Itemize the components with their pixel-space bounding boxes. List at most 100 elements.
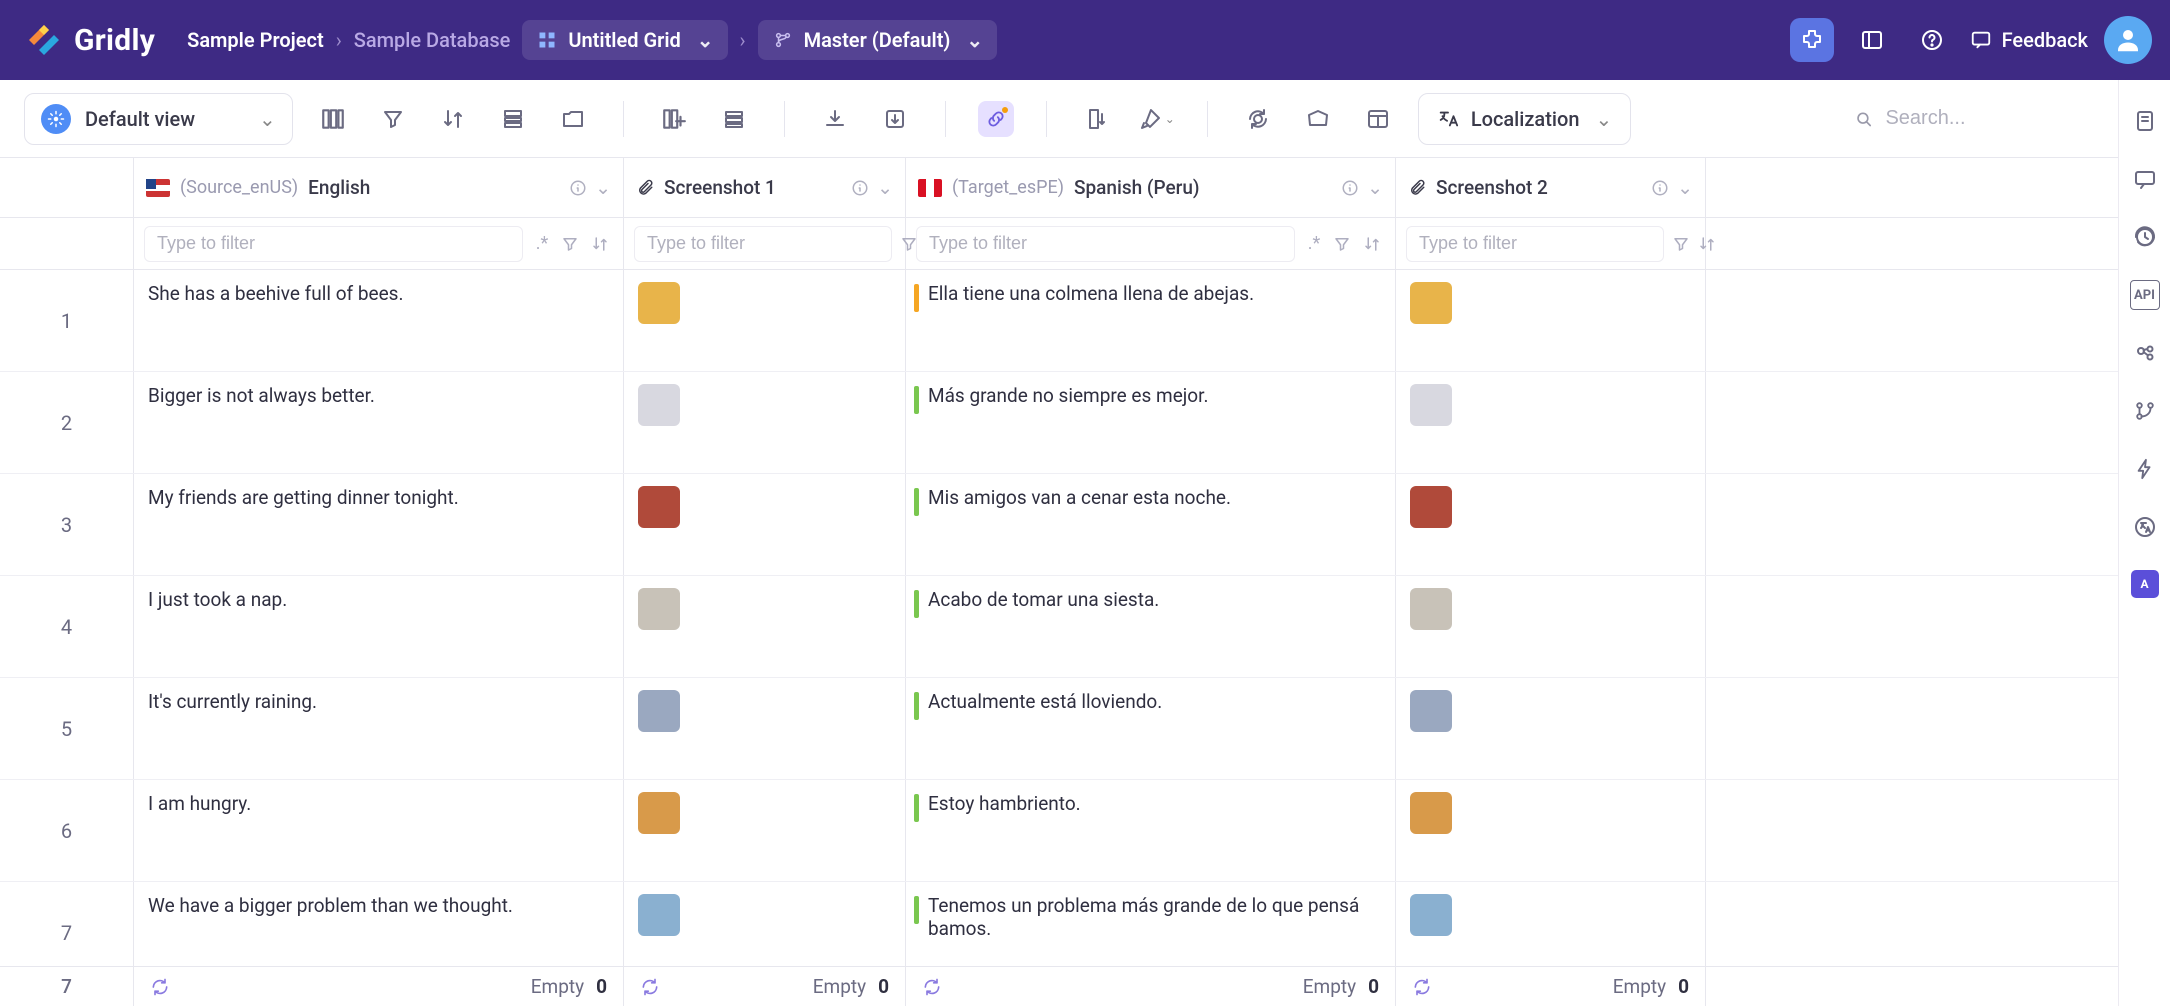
rail-branch-button[interactable] [2130,396,2160,426]
cell-screenshot2[interactable] [1396,780,1706,881]
cell-spanish[interactable]: Más grande no siempre es mejor. [906,372,1396,473]
reload-icon[interactable] [1412,977,1432,997]
wildcard-icon[interactable]: .* [531,233,553,254]
cell-english[interactable]: I just took a nap. [134,576,624,677]
columns-button[interactable] [315,101,351,137]
tag-button[interactable] [1300,101,1336,137]
filter-icon[interactable] [1333,235,1355,253]
breadcrumb-project[interactable]: Sample Project [187,28,324,52]
column-header-screenshot2[interactable]: Screenshot 2 ⌄ [1396,158,1706,217]
app-logo[interactable]: Gridly [24,20,155,60]
feedback-button[interactable]: Feedback [1970,28,2088,52]
toolbar-group-view [305,101,601,137]
localization-selector[interactable]: Localization ⌄ [1418,93,1631,145]
search-input[interactable] [1885,107,2128,130]
cell-spanish[interactable]: Estoy hambriento. [906,780,1396,881]
user-avatar[interactable] [2104,16,2152,64]
sort-icon[interactable] [1363,235,1385,253]
cell-spanish[interactable]: Tenemos un problema más grande de lo que… [906,882,1396,966]
cell-english[interactable]: She has a beehive full of bees. [134,270,624,371]
cell-english[interactable]: I am hungry. [134,780,624,881]
sort-button[interactable] [435,101,471,137]
table-row[interactable]: 2 Bigger is not always better. Más grand… [0,372,2118,474]
wildcard-icon[interactable]: .* [1303,233,1325,254]
column-header-spanish[interactable]: (Target_esPE) Spanish (Peru) ⌄ [906,158,1396,217]
breadcrumb-database[interactable]: Sample Database [354,28,511,52]
filter-icon[interactable] [1672,235,1690,253]
rail-comments-button[interactable] [2130,164,2160,194]
rail-share-button[interactable] [2130,338,2160,368]
cell-spanish[interactable]: Mis amigos van a cenar esta noche. [906,474,1396,575]
cell-screenshot2[interactable] [1396,474,1706,575]
breadcrumb-branch-pill[interactable]: Master (Default) ⌄ [758,20,998,60]
table-row[interactable]: 7 We have a bigger problem than we thoug… [0,882,2118,966]
paint-button[interactable]: ⌄ [1139,101,1175,137]
cell-spanish[interactable]: Actualmente está lloviendo. [906,678,1396,779]
cell-screenshot1[interactable] [624,678,906,779]
download-button[interactable] [817,101,853,137]
cell-english[interactable]: Bigger is not always better. [134,372,624,473]
cell-screenshot1[interactable] [624,372,906,473]
reload-icon[interactable] [922,977,942,997]
cell-screenshot1[interactable] [624,882,906,966]
filter-icon[interactable] [561,235,583,253]
column-header-english[interactable]: (Source_enUS) English ⌄ [134,158,624,217]
cell-screenshot2[interactable] [1396,576,1706,677]
breadcrumb-grid-pill[interactable]: Untitled Grid ⌄ [522,20,727,60]
column-header-screenshot1[interactable]: Screenshot 1 ⌄ [624,158,906,217]
help-button[interactable] [1910,18,1954,62]
reload-icon[interactable] [640,977,660,997]
table-row[interactable]: 3 My friends are getting dinner tonight.… [0,474,2118,576]
column-header-actions[interactable]: ⌄ [1651,176,1693,199]
sort-icon[interactable] [1698,235,1716,253]
dependency-button[interactable] [978,101,1014,137]
cell-english[interactable]: My friends are getting dinner tonight. [134,474,624,575]
path-button[interactable] [555,101,591,137]
filter-input-screenshot2[interactable] [1406,226,1664,262]
layout-button[interactable] [1360,101,1396,137]
row-height-button[interactable] [495,101,531,137]
extensions-button[interactable] [1790,18,1834,62]
rail-notes-button[interactable] [2130,106,2160,136]
find-replace-button[interactable] [1240,101,1276,137]
thumbnail-icon [638,282,680,324]
sort-icon[interactable] [591,235,613,253]
rail-api-button[interactable]: API [2130,280,2160,310]
cell-screenshot2[interactable] [1396,270,1706,371]
filter-button[interactable] [375,101,411,137]
reload-icon[interactable] [150,977,170,997]
cell-screenshot2[interactable] [1396,882,1706,966]
table-row[interactable]: 6 I am hungry. Estoy hambriento. [0,780,2118,882]
panel-button[interactable] [1850,18,1894,62]
table-row[interactable]: 1 She has a beehive full of bees. Ella t… [0,270,2118,372]
cell-screenshot1[interactable] [624,474,906,575]
chevron-right-icon: › [740,28,746,52]
cell-spanish[interactable]: Ella tiene una colmena llena de abejas. [906,270,1396,371]
cell-screenshot1[interactable] [624,576,906,677]
rail-translate-button[interactable] [2130,512,2160,542]
cell-screenshot1[interactable] [624,780,906,881]
rail-lqa-button[interactable]: A [2131,570,2159,598]
rail-automation-button[interactable] [2130,454,2160,484]
table-row[interactable]: 5 It's currently raining. Actualmente es… [0,678,2118,780]
search-box[interactable] [1836,93,2146,145]
tm-button[interactable] [716,101,752,137]
cell-screenshot2[interactable] [1396,678,1706,779]
cell-english[interactable]: We have a bigger problem than we thought… [134,882,624,966]
cell-spanish[interactable]: Acabo de tomar una siesta. [906,576,1396,677]
import-button[interactable] [877,101,913,137]
cell-english[interactable]: It's currently raining. [134,678,624,779]
cell-screenshot1[interactable] [624,270,906,371]
column-header-actions[interactable]: ⌄ [851,176,893,199]
filter-input-english[interactable] [144,226,523,262]
filter-input-spanish[interactable] [916,226,1295,262]
table-row[interactable]: 4 I just took a nap. Acabo de tomar una … [0,576,2118,678]
column-header-actions[interactable]: ⌄ [1341,176,1383,199]
cell-screenshot2[interactable] [1396,372,1706,473]
filter-input-screenshot1[interactable] [634,226,892,262]
view-selector[interactable]: Default view ⌄ [24,93,293,145]
manage-columns-button[interactable] [656,101,692,137]
autofill-button[interactable] [1079,101,1115,137]
column-header-actions[interactable]: ⌄ [569,176,611,199]
rail-history-button[interactable] [2130,222,2160,252]
